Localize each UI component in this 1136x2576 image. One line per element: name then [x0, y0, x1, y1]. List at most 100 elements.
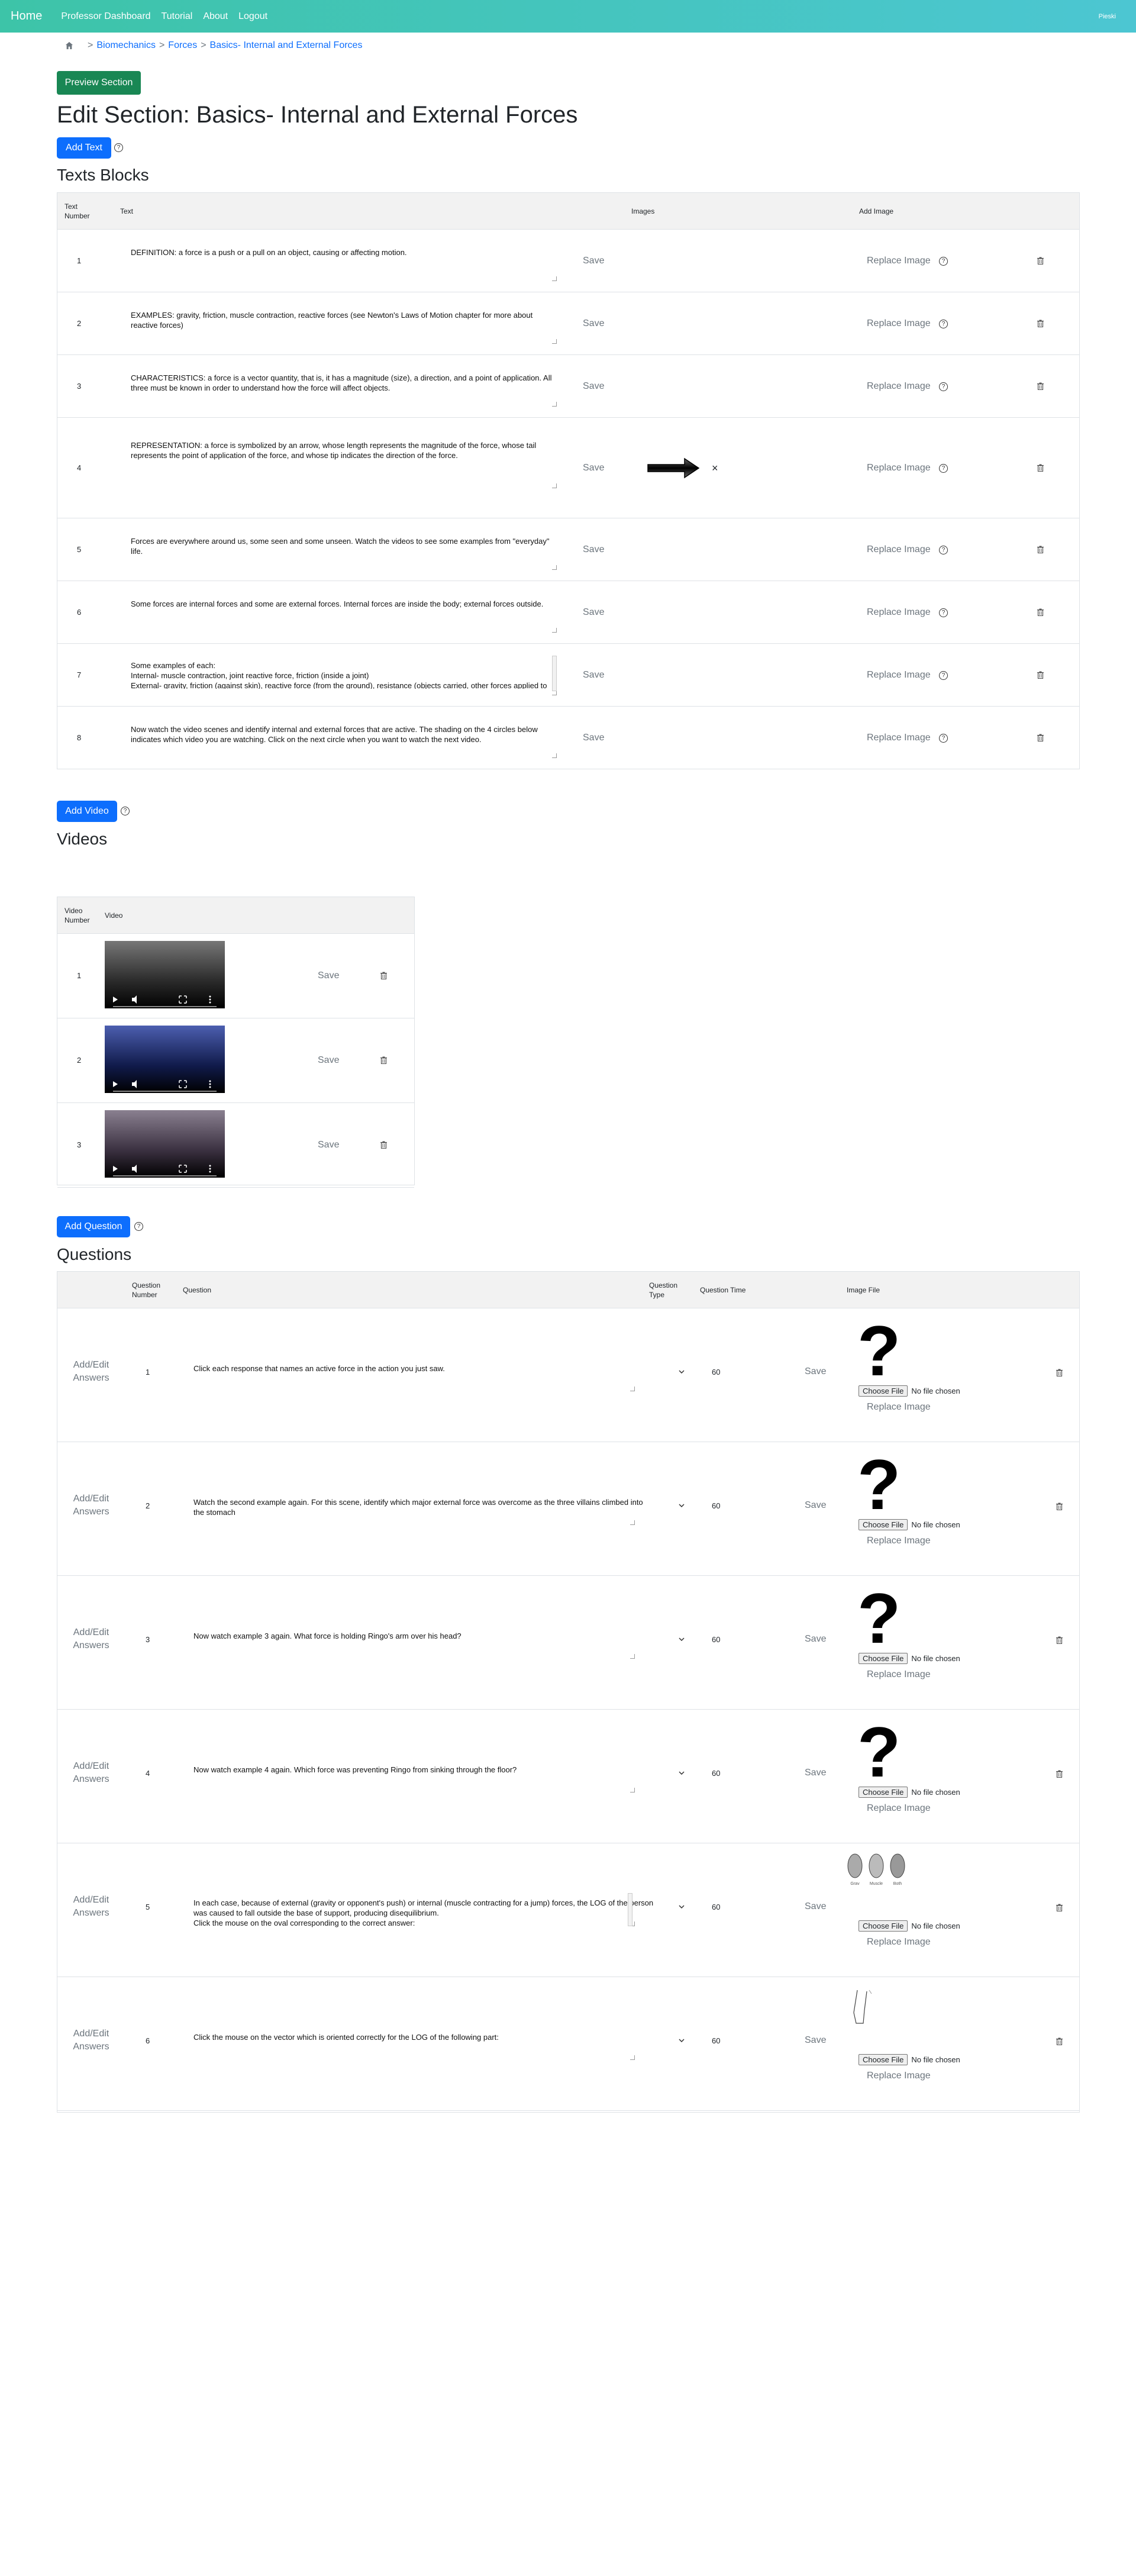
breadcrumb-biomechanics[interactable]: Biomechanics — [96, 40, 156, 51]
text-block-textarea[interactable]: DEFINITION: a force is a push or a pull … — [131, 247, 552, 269]
replace-image-button[interactable]: Replace Image — [867, 1803, 931, 1814]
textarea-resize-handle[interactable] — [630, 1520, 635, 1525]
image-file-input[interactable]: Choose File No file chosen — [859, 2054, 960, 2065]
nav-home-link[interactable]: Home — [11, 9, 42, 23]
remove-image-icon[interactable]: × — [712, 462, 718, 475]
replace-image-button[interactable]: Replace Image — [867, 1669, 931, 1680]
replace-image-button[interactable]: Replace Image — [867, 733, 931, 743]
question-time[interactable]: 60 — [712, 1903, 720, 1911]
delete-text-icon[interactable] — [1037, 257, 1044, 266]
replace-image-button[interactable]: Replace Image — [867, 381, 931, 392]
question-textarea[interactable]: Click each response that names an active… — [193, 1363, 655, 1385]
question-time[interactable]: 60 — [712, 1635, 720, 1644]
choose-file-button[interactable]: Choose File — [859, 1787, 908, 1798]
video-controls[interactable] — [105, 991, 225, 1008]
textarea-resize-handle[interactable] — [552, 276, 557, 281]
save-text-button[interactable]: Save — [583, 670, 604, 681]
text-block-textarea[interactable]: Forces are everywhere around us, some se… — [131, 536, 552, 557]
replace-image-button[interactable]: Replace Image — [867, 607, 931, 618]
question-type-select[interactable] — [679, 1637, 685, 1641]
text-block-textarea[interactable]: CHARACTERISTICS: a force is a vector qua… — [131, 373, 552, 394]
home-icon[interactable] — [65, 41, 73, 50]
replace-image-button[interactable]: Replace Image — [867, 1937, 931, 1948]
save-question-button[interactable]: Save — [805, 1500, 826, 1511]
choose-file-button[interactable]: Choose File — [859, 2054, 908, 2065]
image-file-input[interactable]: Choose File No file chosen — [859, 1653, 960, 1664]
nav-user-link[interactable]: Pieski — [1099, 13, 1116, 20]
replace-image-button[interactable]: Replace Image — [867, 2071, 931, 2081]
save-video-button[interactable]: Save — [318, 971, 339, 981]
add-edit-answers-button[interactable]: Add/Edit Answers — [70, 1760, 112, 1786]
image-file-input[interactable]: Choose File No file chosen — [859, 1519, 960, 1530]
delete-text-icon[interactable] — [1037, 320, 1044, 329]
delete-question-icon[interactable] — [1056, 1503, 1063, 1512]
help-icon[interactable]: ? — [939, 320, 948, 328]
video-controls[interactable] — [105, 1160, 225, 1178]
text-block-textarea[interactable]: EXAMPLES: gravity, friction, muscle cont… — [131, 310, 552, 331]
save-question-button[interactable]: Save — [805, 1901, 826, 1912]
delete-video-icon[interactable] — [380, 1141, 387, 1150]
help-icon[interactable]: ? — [939, 382, 948, 391]
delete-text-icon[interactable] — [1037, 382, 1044, 392]
choose-file-button[interactable]: Choose File — [859, 1519, 908, 1530]
help-icon[interactable]: ? — [134, 1222, 143, 1231]
delete-text-icon[interactable] — [1037, 734, 1044, 743]
add-video-button[interactable]: Add Video — [57, 801, 117, 822]
video-player[interactable] — [105, 941, 225, 1008]
save-text-button[interactable]: Save — [583, 607, 604, 618]
question-textarea[interactable]: Watch the second example again. For this… — [193, 1497, 655, 1518]
textarea-resize-handle[interactable] — [552, 628, 557, 633]
textarea-resize-handle[interactable] — [552, 565, 557, 570]
textarea-resize-handle[interactable] — [630, 1387, 635, 1391]
save-text-button[interactable]: Save — [583, 256, 604, 266]
save-text-button[interactable]: Save — [583, 463, 604, 473]
save-text-button[interactable]: Save — [583, 733, 604, 743]
video-player[interactable] — [105, 1110, 225, 1178]
textarea-resize-handle[interactable] — [630, 1788, 635, 1792]
nav-tutorial-link[interactable]: Tutorial — [162, 11, 193, 22]
textarea-resize-handle[interactable] — [552, 691, 557, 695]
textarea-resize-handle[interactable] — [552, 753, 557, 758]
help-icon[interactable]: ? — [939, 608, 948, 617]
question-time[interactable]: 60 — [712, 2036, 720, 2045]
add-edit-answers-button[interactable]: Add/Edit Answers — [70, 2027, 112, 2053]
text-block-textarea[interactable]: Now watch the video scenes and identify … — [131, 724, 552, 746]
add-edit-answers-button[interactable]: Add/Edit Answers — [70, 1492, 112, 1518]
choose-file-button[interactable]: Choose File — [859, 1385, 908, 1397]
help-icon[interactable]: ? — [121, 807, 130, 815]
replace-image-button[interactable]: Replace Image — [867, 670, 931, 681]
question-type-select[interactable] — [679, 1905, 685, 1908]
textarea-resize-handle[interactable] — [552, 339, 557, 344]
question-type-select[interactable] — [679, 1504, 685, 1507]
image-file-input[interactable]: Choose File No file chosen — [859, 1787, 960, 1798]
question-time[interactable]: 60 — [712, 1501, 720, 1510]
help-icon[interactable]: ? — [939, 546, 948, 554]
textarea-resize-handle[interactable] — [630, 1654, 635, 1659]
replace-image-button[interactable]: Replace Image — [867, 1402, 931, 1413]
question-textarea[interactable]: Now watch example 3 again. What force is… — [193, 1631, 655, 1652]
question-textarea[interactable]: Now watch example 4 again. Which force w… — [193, 1765, 655, 1786]
breadcrumb-forces[interactable]: Forces — [168, 40, 197, 51]
save-question-button[interactable]: Save — [805, 1768, 826, 1778]
delete-question-icon[interactable] — [1056, 1369, 1063, 1378]
delete-question-icon[interactable] — [1056, 1770, 1063, 1779]
question-type-select[interactable] — [679, 1370, 685, 1374]
textarea-scrollbar[interactable] — [552, 656, 557, 691]
delete-question-icon[interactable] — [1056, 1636, 1063, 1646]
delete-question-icon[interactable] — [1056, 1904, 1063, 1913]
breadcrumb-section[interactable]: Basics- Internal and External Forces — [210, 40, 363, 51]
textarea-resize-handle[interactable] — [552, 402, 557, 407]
image-file-input[interactable]: Choose File No file chosen — [859, 1385, 960, 1397]
video-player[interactable] — [105, 1026, 225, 1093]
add-edit-answers-button[interactable]: Add/Edit Answers — [70, 1894, 112, 1920]
save-video-button[interactable]: Save — [318, 1140, 339, 1150]
add-text-button[interactable]: Add Text — [57, 137, 111, 159]
delete-text-icon[interactable] — [1037, 464, 1044, 473]
textarea-scrollbar[interactable] — [628, 1893, 632, 1926]
video-controls[interactable] — [105, 1075, 225, 1093]
nav-professor-dashboard-link[interactable]: Professor Dashboard — [61, 11, 150, 22]
save-question-button[interactable]: Save — [805, 1366, 826, 1377]
nav-logout-link[interactable]: Logout — [238, 11, 267, 22]
delete-question-icon[interactable] — [1056, 2037, 1063, 2047]
question-type-select[interactable] — [679, 1771, 685, 1775]
